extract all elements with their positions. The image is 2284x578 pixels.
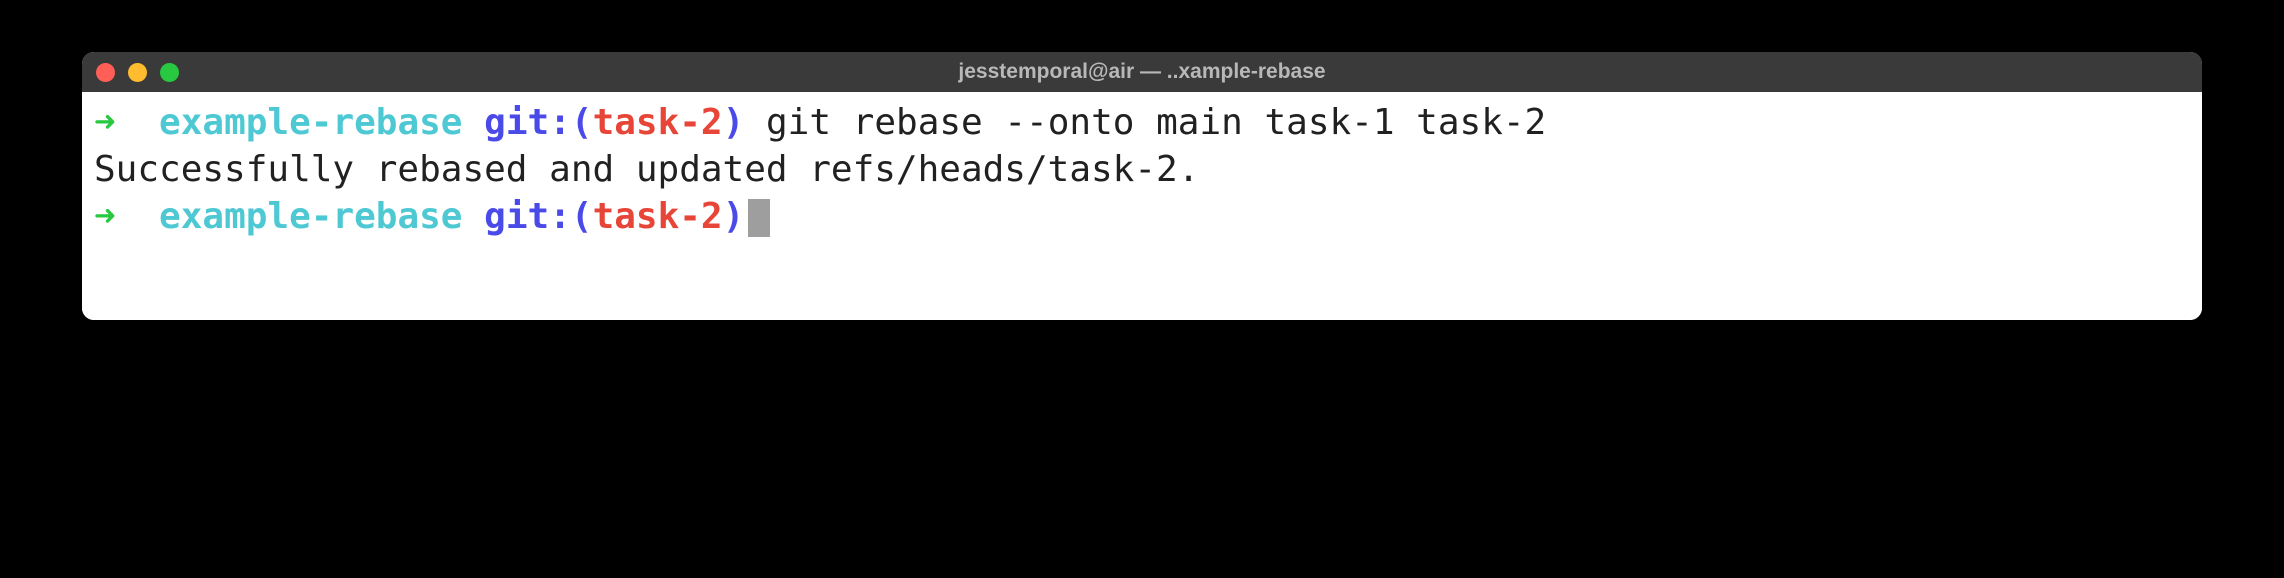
terminal-line-3: ➜ example-rebase git:(task-2): [94, 194, 2190, 241]
prompt-paren-close: ): [723, 196, 745, 237]
prompt-directory: example-rebase: [159, 196, 462, 237]
prompt-arrow-icon: ➜: [94, 196, 116, 237]
titlebar[interactable]: jesstemporal@air — ..xample-rebase: [82, 52, 2202, 92]
traffic-lights: [96, 63, 179, 82]
terminal-window: jesstemporal@air — ..xample-rebase ➜ exa…: [82, 52, 2202, 320]
prompt-branch: task-2: [593, 102, 723, 143]
terminal-body[interactable]: ➜ example-rebase git:(task-2) git rebase…: [82, 92, 2202, 320]
prompt-paren-open: (: [571, 102, 593, 143]
prompt-paren-open: (: [571, 196, 593, 237]
terminal-line-1: ➜ example-rebase git:(task-2) git rebase…: [94, 100, 2190, 147]
maximize-button[interactable]: [160, 63, 179, 82]
cursor: [748, 199, 770, 237]
window-title: jesstemporal@air — ..xample-rebase: [958, 60, 1325, 84]
command-text: git rebase --onto main task-1 task-2: [744, 102, 1546, 143]
prompt-branch: task-2: [593, 196, 723, 237]
prompt-arrow-icon: ➜: [94, 102, 116, 143]
output-text: Successfully rebased and updated refs/he…: [94, 149, 1199, 190]
close-button[interactable]: [96, 63, 115, 82]
prompt-directory: example-rebase: [159, 102, 462, 143]
prompt-git-label: git:: [484, 102, 571, 143]
prompt-paren-close: ): [723, 102, 745, 143]
minimize-button[interactable]: [128, 63, 147, 82]
terminal-line-2: Successfully rebased and updated refs/he…: [94, 147, 2190, 194]
prompt-git-label: git:: [484, 196, 571, 237]
